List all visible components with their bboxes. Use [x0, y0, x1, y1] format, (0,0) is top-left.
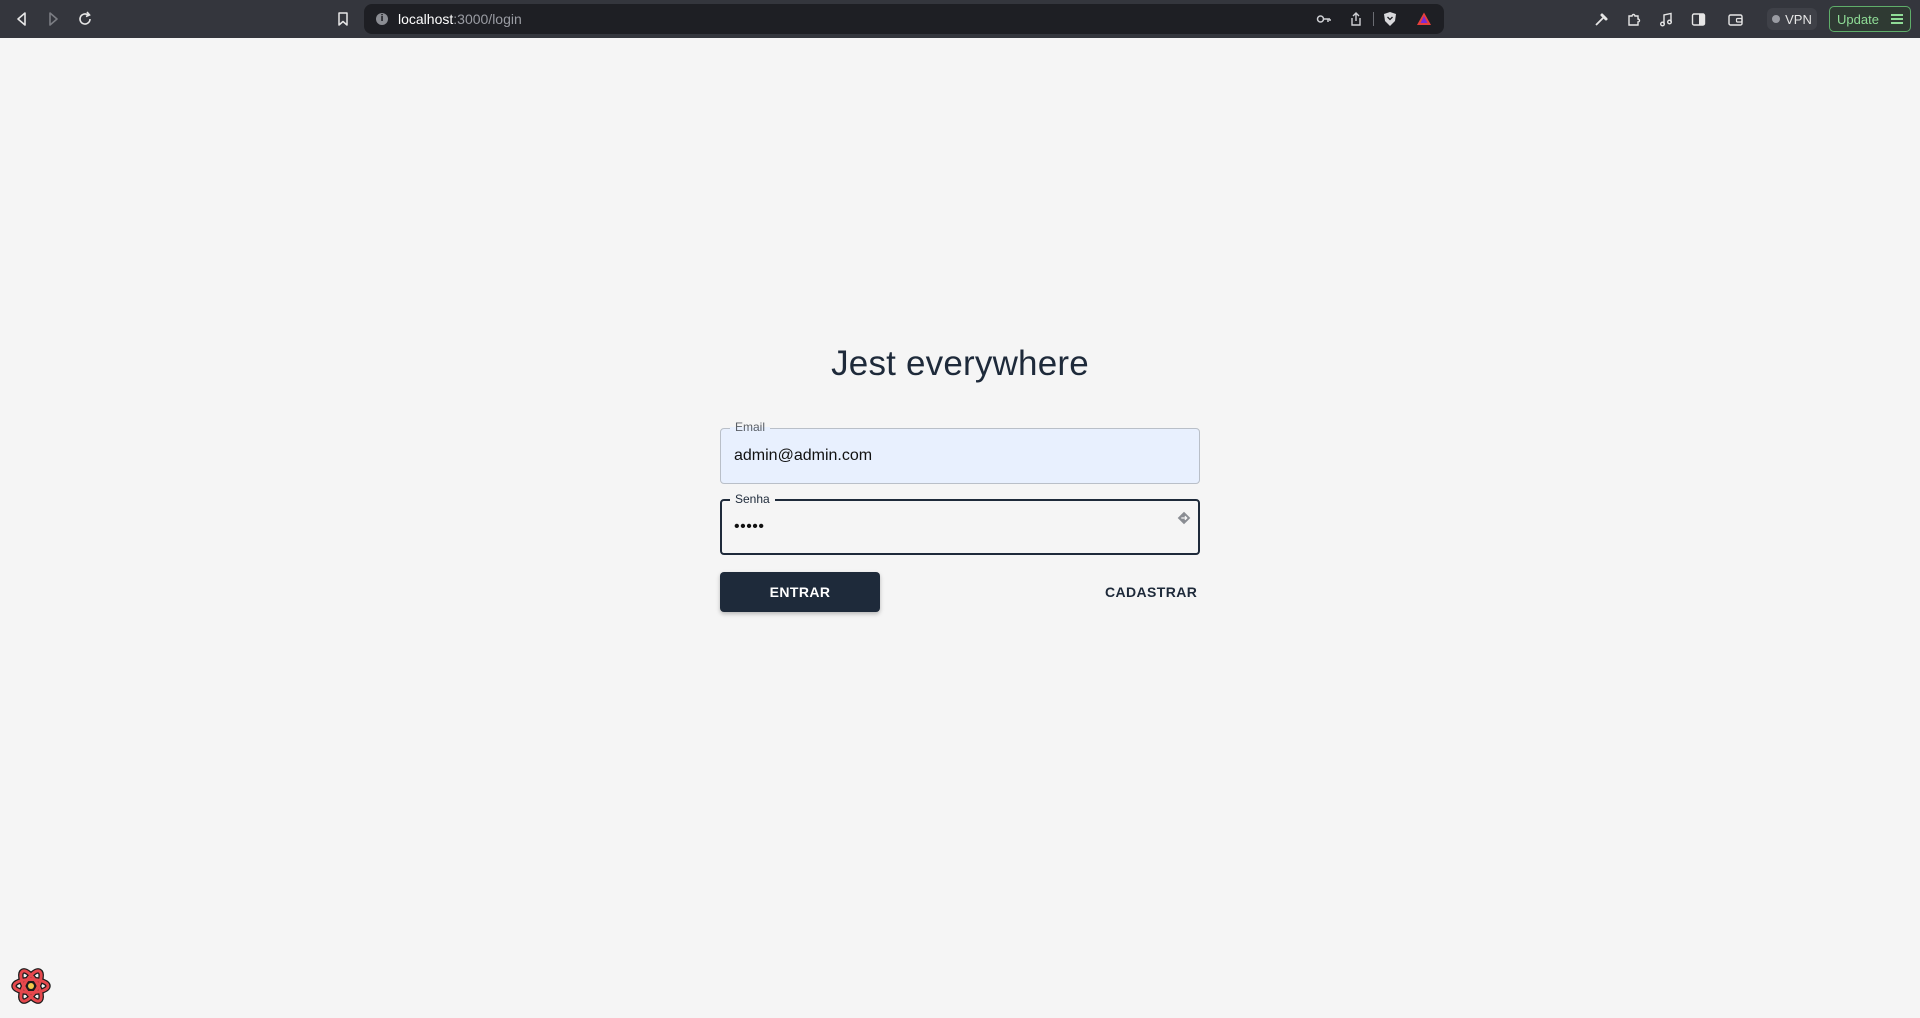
password-field[interactable]: Senha ••••• [720, 492, 1200, 555]
url-host: localhost [398, 11, 454, 27]
hamburger-menu-icon [1891, 14, 1903, 24]
browser-toolbar: i localhost:3000/login VPN Update [0, 0, 1920, 38]
react-devtools-icon[interactable] [10, 965, 52, 1007]
update-button[interactable]: Update [1829, 6, 1911, 32]
forward-arrow-icon[interactable] [41, 7, 65, 31]
url-path: :3000/login [453, 11, 522, 27]
page-title: Jest everywhere [831, 344, 1089, 383]
url-separator [1373, 12, 1374, 26]
info-icon[interactable]: i [376, 13, 388, 25]
bookmark-icon[interactable] [331, 7, 355, 31]
eyedropper-icon[interactable] [1591, 9, 1611, 29]
vpn-status-dot [1772, 15, 1781, 23]
vpn-label: VPN [1785, 11, 1812, 27]
register-button[interactable]: CADASTRAR [1099, 572, 1200, 612]
update-label: Update [1837, 11, 1879, 27]
wallet-icon[interactable] [1725, 9, 1745, 29]
brave-rewards-triangle-icon[interactable] [1415, 10, 1433, 28]
brave-shield-icon[interactable] [1381, 10, 1399, 28]
key-icon[interactable] [1315, 10, 1333, 28]
address-bar[interactable]: i localhost:3000/login [364, 4, 1444, 34]
password-manager-icon[interactable] [1174, 508, 1194, 528]
password-input[interactable]: ••••• [734, 518, 1154, 536]
email-field[interactable]: Email [720, 420, 1200, 484]
email-label: Email [730, 420, 771, 434]
share-icon[interactable] [1347, 10, 1365, 28]
password-label: Senha [730, 492, 775, 506]
email-input[interactable] [734, 447, 1154, 465]
url-text[interactable]: localhost:3000/login [398, 11, 522, 27]
puzzle-icon[interactable] [1623, 9, 1643, 29]
sidebar-icon[interactable] [1688, 9, 1708, 29]
music-note-icon[interactable] [1656, 9, 1676, 29]
back-arrow-icon[interactable] [10, 7, 34, 31]
reload-icon[interactable] [73, 7, 97, 31]
login-button[interactable]: ENTRAR [720, 572, 880, 612]
vpn-button[interactable]: VPN [1767, 8, 1817, 30]
